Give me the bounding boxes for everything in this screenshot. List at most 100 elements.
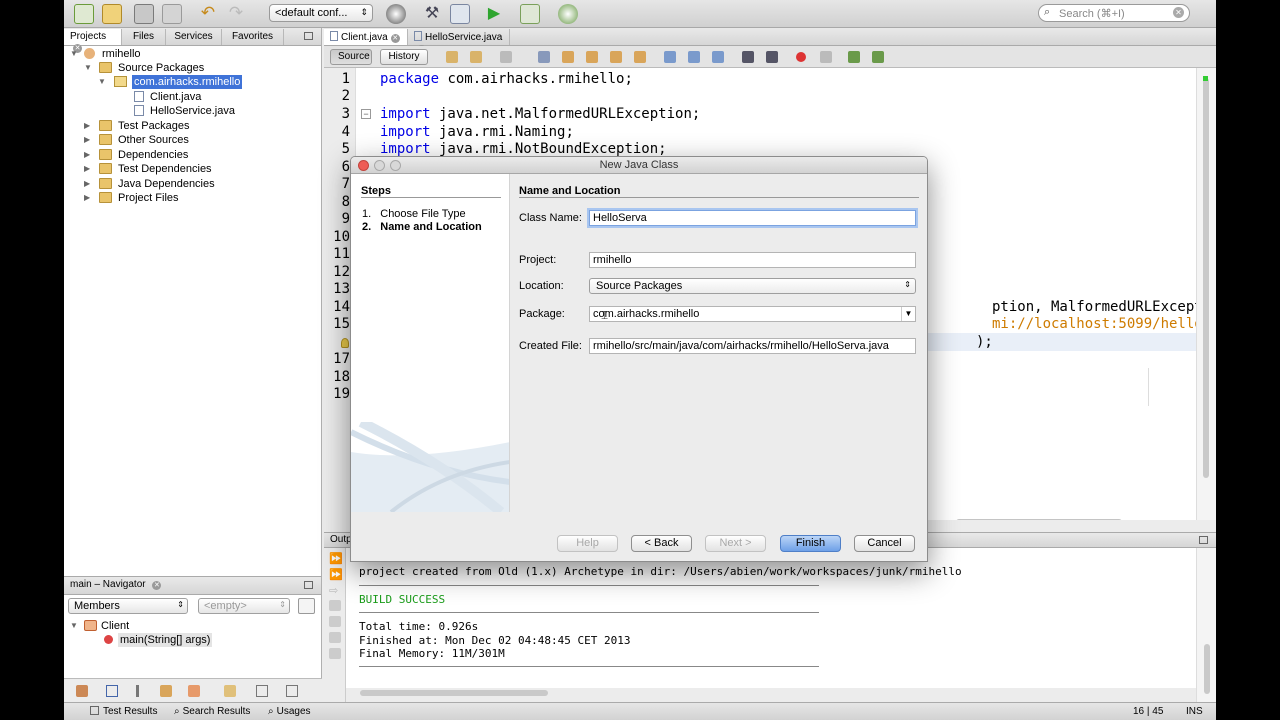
class-name-input[interactable]: HelloServa: [589, 210, 916, 226]
find-previous-icon[interactable]: [562, 51, 574, 63]
filter-static-icon[interactable]: [106, 685, 118, 697]
back-button[interactable]: < Back: [631, 535, 692, 552]
filter-fields-icon[interactable]: [76, 685, 88, 697]
back-navigate-icon[interactable]: [446, 51, 458, 63]
usages-button[interactable]: ⌕ Usages: [268, 706, 311, 717]
tree-package-com-airhacks-rmihello[interactable]: ▼ com.airhacks.rmihello: [68, 75, 318, 89]
tab-files[interactable]: Files: [122, 29, 166, 45]
collapsed-arrow-icon[interactable]: ▶: [84, 148, 90, 162]
tab-projects[interactable]: Projects✕: [64, 29, 122, 53]
hint-lightbulb-icon[interactable]: [341, 338, 349, 348]
shift-right-icon[interactable]: [766, 51, 778, 63]
settings-icon[interactable]: [329, 600, 341, 611]
comment-icon[interactable]: [848, 51, 860, 63]
sort-by-name-icon[interactable]: [224, 685, 236, 697]
stop-icon[interactable]: ⇨: [329, 584, 341, 597]
toggle-highlight-icon[interactable]: [610, 51, 622, 63]
open-project-icon[interactable]: [134, 4, 154, 24]
stop-macro-icon[interactable]: [820, 51, 832, 63]
configuration-combo[interactable]: <default conf... ⇕: [269, 4, 373, 22]
start-macro-icon[interactable]: [796, 52, 806, 62]
output-console[interactable]: project created from Old (1.x) Archetype…: [346, 548, 1196, 688]
navigator-method-main[interactable]: main(String[] args): [68, 633, 318, 647]
find-next-icon[interactable]: [586, 51, 598, 63]
tree-project-files[interactable]: ▶ Project Files: [68, 191, 318, 205]
tree-test-packages[interactable]: ▶ Test Packages: [68, 119, 318, 133]
rerun-goals-icon[interactable]: ⏩: [329, 568, 343, 581]
search-results-button[interactable]: ⌕ Search Results: [174, 706, 250, 717]
source-button[interactable]: Source: [330, 49, 372, 65]
tab-favorites[interactable]: Favorites: [222, 29, 284, 45]
members-combo[interactable]: Members ⇕: [68, 598, 188, 614]
minimize-output-icon[interactable]: [1199, 536, 1208, 544]
profile-icon[interactable]: [558, 4, 578, 24]
collapsed-arrow-icon[interactable]: ▶: [84, 162, 90, 176]
minimize-navigator-icon[interactable]: [304, 581, 313, 589]
collapsed-arrow-icon[interactable]: ▶: [84, 191, 90, 205]
wrap-output-icon[interactable]: [329, 616, 341, 627]
run-icon[interactable]: ▶: [484, 4, 504, 24]
undo-icon[interactable]: ↶: [198, 4, 218, 24]
tree-test-dependencies[interactable]: ▶ Test Dependencies: [68, 162, 318, 176]
collapsed-arrow-icon[interactable]: ▶: [84, 119, 90, 133]
output-vertical-scrollbar[interactable]: [1196, 548, 1216, 702]
rerun-icon[interactable]: ⏩: [329, 552, 343, 565]
collapsed-arrow-icon[interactable]: ▶: [84, 177, 90, 191]
fold-toggle-icon[interactable]: −: [361, 109, 371, 119]
tree-file-client-java[interactable]: Client.java: [68, 90, 318, 104]
clear-search-icon[interactable]: ✕: [1173, 7, 1184, 18]
search-input[interactable]: ⌕ Search (⌘+I) ✕: [1038, 4, 1190, 22]
cancel-button[interactable]: Cancel: [854, 535, 915, 552]
shift-left-icon[interactable]: [742, 51, 754, 63]
minimize-window-icon[interactable]: [374, 160, 385, 171]
expanded-arrow-icon[interactable]: ▼: [84, 61, 92, 75]
close-tab-icon[interactable]: ✕: [390, 34, 400, 43]
minimize-panel-icon[interactable]: [304, 32, 313, 40]
tree-file-helloservice-java[interactable]: HelloService.java: [68, 104, 318, 118]
filter-nonpublic-icon[interactable]: [136, 685, 139, 697]
tree-dependencies[interactable]: ▶ Dependencies: [68, 148, 318, 162]
output-horizontal-scrollbar[interactable]: [360, 690, 548, 696]
scrollbar-thumb[interactable]: [1204, 644, 1210, 694]
expanded-arrow-icon[interactable]: ▼: [70, 619, 78, 633]
clean-build-icon[interactable]: [450, 4, 470, 24]
sort-asc-icon[interactable]: [286, 685, 298, 697]
new-file-icon[interactable]: [74, 4, 94, 24]
redo-icon[interactable]: ↷: [226, 4, 246, 24]
last-edit-icon[interactable]: [500, 51, 512, 63]
package-combo[interactable]: com.airhacks.rmihello ▼: [589, 306, 916, 322]
previous-bookmark-icon[interactable]: [664, 51, 676, 63]
filter-inner-icon[interactable]: [188, 685, 200, 697]
expanded-arrow-icon[interactable]: ▼: [98, 75, 106, 89]
toggle-selection-icon[interactable]: [634, 51, 646, 63]
next-button[interactable]: Next >: [705, 535, 766, 552]
globe-icon[interactable]: [386, 4, 406, 24]
find-icon[interactable]: [538, 51, 550, 63]
save-all-icon[interactable]: [162, 4, 182, 24]
debug-icon[interactable]: [520, 4, 540, 24]
chevron-down-icon[interactable]: ▼: [901, 307, 915, 321]
tree-project-rmihello[interactable]: ▼ rmihello: [68, 47, 318, 61]
uncomment-icon[interactable]: [872, 51, 884, 63]
tab-services[interactable]: Services: [166, 29, 222, 45]
horizontal-scrollbar[interactable]: [956, 519, 1122, 520]
forward-navigate-icon[interactable]: [470, 51, 482, 63]
location-select[interactable]: Source Packages ⇕: [589, 278, 916, 294]
history-button[interactable]: History: [380, 49, 428, 65]
navigator-class-client[interactable]: ▼ Client: [68, 619, 318, 633]
test-results-button[interactable]: Test Results: [90, 706, 157, 717]
new-project-icon[interactable]: [102, 4, 122, 24]
save-output-icon[interactable]: [329, 648, 341, 659]
sort-by-source-icon[interactable]: [256, 685, 268, 697]
toggle-bookmark-icon[interactable]: [712, 51, 724, 63]
collapsed-arrow-icon[interactable]: ▶: [84, 133, 90, 147]
scrollbar-thumb[interactable]: [1203, 78, 1209, 478]
zoom-window-icon[interactable]: [390, 160, 401, 171]
tab-helloservice-java[interactable]: HelloService.java✕: [408, 29, 510, 54]
help-button[interactable]: Help: [557, 535, 618, 552]
tree-other-sources[interactable]: ▶ Other Sources: [68, 133, 318, 147]
editor-vertical-scrollbar[interactable]: [1196, 68, 1216, 520]
next-bookmark-icon[interactable]: [688, 51, 700, 63]
close-window-icon[interactable]: [358, 160, 369, 171]
expanded-arrow-icon[interactable]: ▼: [70, 47, 78, 61]
